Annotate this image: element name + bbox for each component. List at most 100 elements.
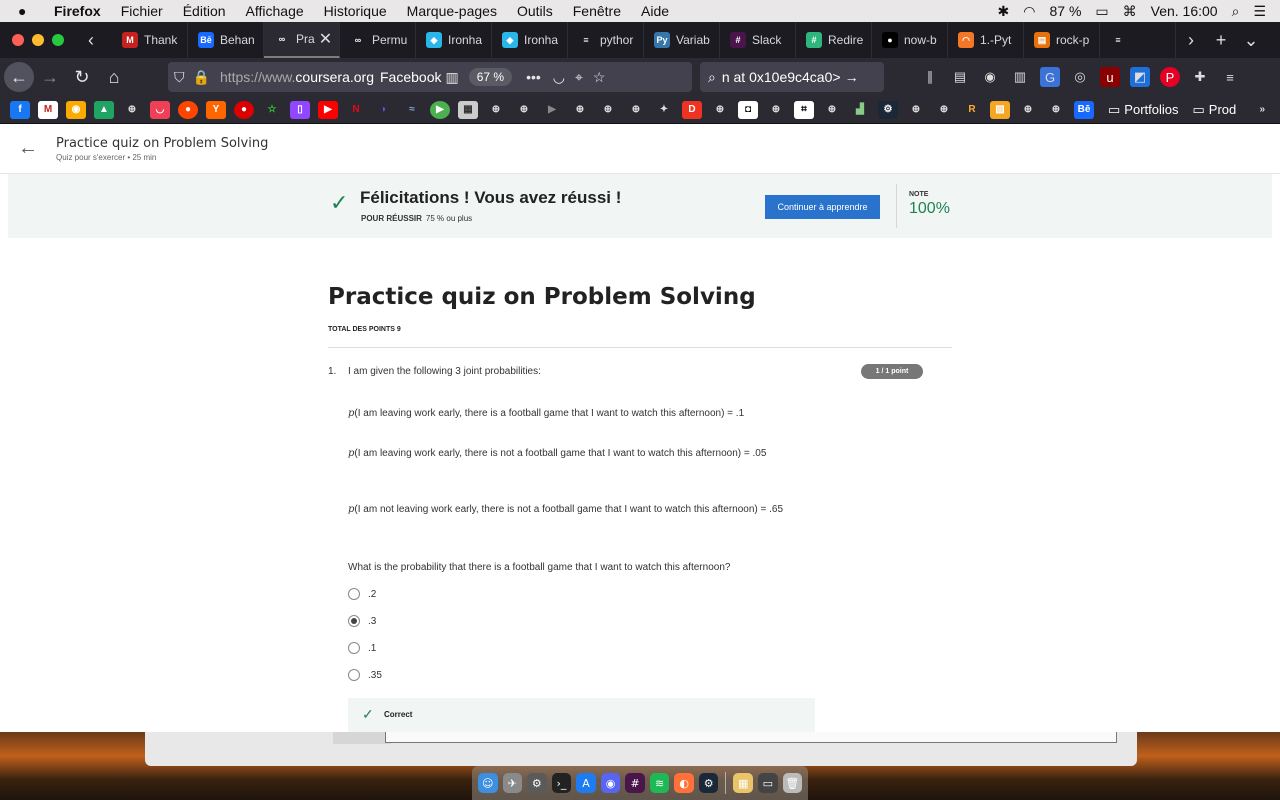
reddit-bookmark-icon[interactable]: ● bbox=[178, 100, 198, 119]
spotify-icon[interactable]: ≋ bbox=[649, 773, 670, 793]
triangle-bookmark-icon[interactable]: ▶ bbox=[542, 101, 562, 119]
battery-percent[interactable]: 87 % bbox=[1049, 3, 1081, 19]
folder-icon[interactable]: ▭ bbox=[758, 773, 778, 793]
keyboard-input-icon[interactable]: ⌘ bbox=[1123, 3, 1137, 20]
back-arrow-icon[interactable]: ← bbox=[18, 137, 40, 160]
app-store-icon[interactable]: A bbox=[576, 773, 596, 793]
globe-bookmark-icon-12[interactable]: ⊕ bbox=[1018, 101, 1038, 119]
notion-bookmark-icon[interactable]: ◘ bbox=[738, 100, 758, 119]
home-button[interactable]: ⌂ bbox=[98, 67, 130, 88]
scroll-tabs-right-icon[interactable]: › bbox=[1176, 30, 1206, 51]
lock-icon[interactable]: 🔒 bbox=[193, 69, 210, 86]
clock[interactable]: Ven. 16:00 bbox=[1151, 3, 1218, 19]
zoom-level[interactable]: 67 % bbox=[468, 68, 513, 86]
pocket-bookmark-icon[interactable]: ◡ bbox=[150, 100, 170, 119]
grid-extension-icon[interactable]: ▥ bbox=[1010, 67, 1030, 87]
back-button[interactable]: ← bbox=[4, 62, 34, 92]
browser-tab[interactable]: ◆ Ironha bbox=[416, 22, 492, 58]
more-bookmarks-icon[interactable]: » bbox=[1252, 101, 1272, 119]
continue-learning-button[interactable]: Continuer à apprendre bbox=[765, 195, 880, 219]
browser-tab[interactable]: ∞ Permu bbox=[340, 22, 416, 58]
search-bar[interactable]: ⌕ n at 0x10e9c4ca0> → bbox=[700, 62, 884, 92]
menu-historique[interactable]: Historique bbox=[324, 3, 387, 19]
bookmark-star-icon[interactable]: ☆ bbox=[593, 69, 606, 86]
trash-icon[interactable]: 🗑 bbox=[782, 773, 803, 793]
scroll-tabs-left-icon[interactable]: ‹ bbox=[76, 30, 106, 51]
answer-option[interactable]: .3 bbox=[348, 615, 376, 627]
browser-tab[interactable]: ▤ rock-p bbox=[1024, 22, 1100, 58]
hash-bookmark-icon[interactable]: ⌗ bbox=[794, 100, 814, 119]
globe-bookmark-icon-2[interactable]: ⊕ bbox=[486, 101, 506, 119]
radio-button[interactable] bbox=[348, 669, 360, 681]
star-bookmark-icon[interactable]: ☆ bbox=[262, 101, 282, 119]
globe-bookmark-icon-6[interactable]: ⊕ bbox=[626, 101, 646, 119]
slack-icon[interactable]: # bbox=[625, 773, 645, 793]
menu-outils[interactable]: Outils bbox=[517, 3, 553, 19]
radio-button[interactable] bbox=[348, 642, 360, 654]
red-circle-bookmark-icon[interactable]: ● bbox=[234, 100, 254, 119]
menu-marque-pages[interactable]: Marque-pages bbox=[407, 3, 497, 19]
discord-icon[interactable]: ◉ bbox=[600, 773, 621, 793]
apple-menu-icon[interactable]: ● bbox=[18, 3, 38, 19]
url-text[interactable]: https://www.coursera.org bbox=[220, 69, 374, 85]
drive-bookmark-icon[interactable]: ▲ bbox=[94, 100, 114, 119]
search-text[interactable]: n at 0x10e9c4ca0> bbox=[722, 69, 841, 85]
bookmark-folder-portfolios[interactable]: ▭ Portfolios bbox=[1108, 102, 1179, 118]
forward-button[interactable]: → bbox=[34, 67, 66, 88]
browser-tab[interactable]: ≡ bbox=[1100, 22, 1176, 58]
browser-tab[interactable]: ≡ pythor bbox=[568, 22, 644, 58]
launchpad-icon[interactable]: ✈ bbox=[502, 773, 523, 793]
globe-bookmark-icon-4[interactable]: ⊕ bbox=[570, 101, 590, 119]
twitch-bookmark-icon[interactable]: ▯ bbox=[290, 100, 310, 119]
menu-app-name[interactable]: Firefox bbox=[54, 3, 101, 19]
answer-option[interactable]: .2 bbox=[348, 588, 376, 600]
bluetooth-icon[interactable]: ✱ bbox=[998, 3, 1010, 20]
terminal-icon[interactable]: ›_ bbox=[551, 773, 572, 793]
ublock-origin-icon[interactable]: u bbox=[1100, 67, 1120, 87]
keep-bookmark-icon[interactable]: ◉ bbox=[66, 100, 86, 119]
menu-edition[interactable]: Édition bbox=[183, 3, 226, 19]
radio-button[interactable] bbox=[348, 588, 360, 600]
globe-bookmark-icon[interactable]: ⊕ bbox=[122, 101, 142, 119]
r-bookmark-icon[interactable]: R bbox=[962, 101, 982, 119]
globe-bookmark-icon-8[interactable]: ⊕ bbox=[766, 101, 786, 119]
url-bar[interactable]: ⛉ 🔒 https://www.coursera.org Facebook ▥ … bbox=[168, 62, 692, 92]
library-icon[interactable]: ∥ bbox=[920, 67, 940, 87]
finder-icon[interactable]: ☺ bbox=[478, 773, 498, 793]
browser-tab[interactable]: # Slack bbox=[720, 22, 796, 58]
tracking-protection-icon[interactable]: ⛉ bbox=[174, 69, 185, 86]
translate-extension-icon[interactable]: G bbox=[1040, 67, 1060, 87]
browser-tab[interactable]: Bē Behan bbox=[188, 22, 264, 58]
youtube-bookmark-icon[interactable]: ▶ bbox=[318, 100, 338, 119]
hacker-news-bookmark-icon[interactable]: Y bbox=[206, 100, 226, 119]
d-bookmark-icon[interactable]: D bbox=[682, 100, 702, 119]
purple-bookmark-icon[interactable]: ◗ bbox=[374, 101, 394, 119]
steam-bookmark-icon[interactable]: ⚙ bbox=[878, 100, 898, 119]
owl-extension-icon[interactable]: ◎ bbox=[1070, 67, 1090, 87]
pocket-icon[interactable]: ◡ bbox=[553, 69, 565, 86]
firefox-icon[interactable]: ◐ bbox=[674, 773, 694, 793]
play-bookmark-icon[interactable]: ▶ bbox=[430, 100, 450, 119]
browser-tab[interactable]: ● now-b bbox=[872, 22, 948, 58]
menu-fenetre[interactable]: Fenêtre bbox=[573, 3, 621, 19]
bookmark-folder-prod[interactable]: ▭ Prod bbox=[1193, 102, 1237, 118]
globe-bookmark-icon-11[interactable]: ⊕ bbox=[934, 101, 954, 119]
browser-tab[interactable]: ∞ Pra ✕ bbox=[264, 22, 340, 58]
tag-icon[interactable]: ⌖ bbox=[575, 69, 583, 86]
blue-extension-icon[interactable]: ◩ bbox=[1130, 67, 1150, 87]
search-go-icon[interactable]: → bbox=[845, 69, 859, 85]
globe-bookmark-icon-5[interactable]: ⊕ bbox=[598, 101, 618, 119]
browser-tab[interactable]: Py Variab bbox=[644, 22, 720, 58]
zoom-window-button[interactable] bbox=[52, 34, 64, 46]
pinterest-icon[interactable]: P bbox=[1160, 67, 1180, 87]
stripes-bookmark-icon[interactable]: ▧ bbox=[990, 100, 1010, 119]
steam-icon[interactable]: ⚙ bbox=[698, 773, 719, 793]
browser-tab[interactable]: ◆ Ironha bbox=[492, 22, 568, 58]
globe-bookmark-icon-9[interactable]: ⊕ bbox=[822, 101, 842, 119]
answer-option[interactable]: .1 bbox=[348, 642, 376, 654]
chart-bookmark-icon[interactable]: ▟ bbox=[850, 101, 870, 119]
close-window-button[interactable] bbox=[12, 34, 24, 46]
page-actions-icon[interactable]: ••• bbox=[526, 69, 541, 85]
browser-tab[interactable]: # Redire bbox=[796, 22, 872, 58]
extensions-icon[interactable]: ✚ bbox=[1190, 67, 1210, 87]
